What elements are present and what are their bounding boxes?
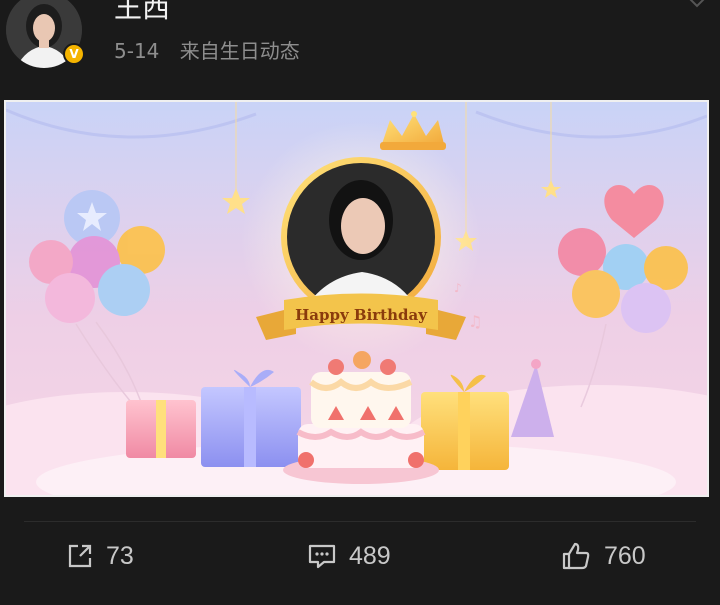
post-meta: 5-14 来自生日动态 — [114, 37, 300, 65]
post-source: 来自生日动态 — [179, 39, 300, 63]
weibo-post: V 王西 5-14 来自生日动态 Happy Birthday ♫ ♪ 73 4… — [0, 0, 720, 605]
banner-text: Happy Birthday — [295, 306, 428, 324]
comment-count: 489 — [349, 541, 391, 570]
like-count: 760 — [604, 541, 646, 570]
author-name[interactable]: 王西 — [114, 0, 170, 26]
birthday-image[interactable]: Happy Birthday ♫ ♪ — [4, 100, 709, 497]
verified-badge-icon: V — [63, 43, 85, 65]
like-button[interactable]: 760 — [560, 536, 646, 576]
share-count: 73 — [106, 541, 134, 570]
thumbs-up-icon — [562, 542, 590, 570]
comment-button[interactable]: 489 — [307, 536, 391, 576]
chevron-down-icon[interactable] — [686, 0, 708, 10]
share-icon — [68, 544, 92, 568]
divider — [24, 521, 696, 522]
comment-icon — [308, 544, 336, 569]
post-date: 5-14 — [114, 39, 160, 63]
svg-text:♪: ♪ — [454, 281, 462, 295]
svg-text:♫: ♫ — [468, 312, 482, 331]
share-button[interactable]: 73 — [66, 536, 134, 576]
